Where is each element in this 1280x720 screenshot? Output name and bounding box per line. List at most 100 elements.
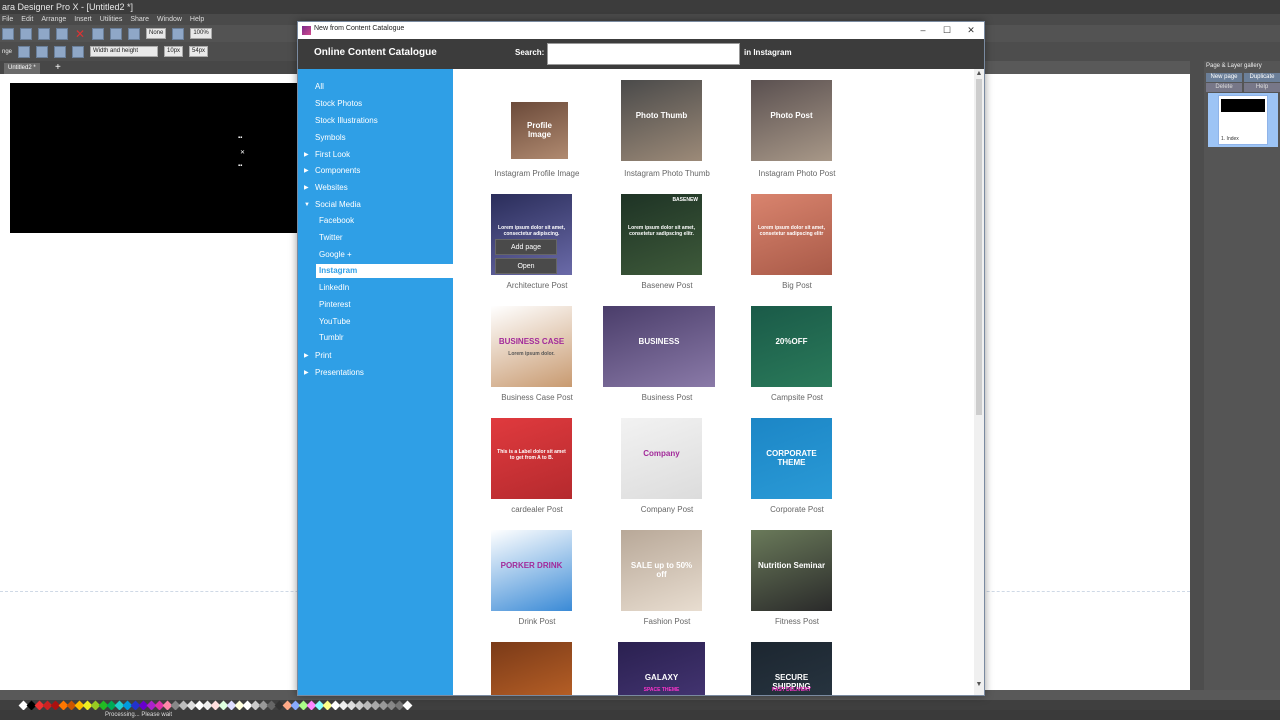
new-tab-icon[interactable]: + [55,62,61,74]
template-card[interactable]: Photo Post Instagram Photo Post [726,79,856,189]
template-thumbnail[interactable]: BUSINESS [603,306,715,387]
zoom-select[interactable]: 100% [190,28,212,39]
scroll-down-icon[interactable]: ▼ [974,681,984,688]
menu-item-arrange[interactable]: Arrange [41,14,66,25]
template-card[interactable]: Photo Thumb Instagram Photo Thumb [596,79,726,189]
template-thumbnail[interactable]: This is a Label dolor sit amet to get fr… [491,418,572,499]
template-thumbnail[interactable]: Profile Image [511,102,568,159]
template-thumbnail[interactable]: Nutrition Seminar [751,530,832,611]
scrollbar-thumb[interactable] [976,79,982,415]
sidebar-item-presentations[interactable]: ▶ Presentations [298,366,453,380]
template-thumbnail[interactable]: Lorem ipsum dolor sit amet, consetetur s… [621,194,702,275]
template-thumbnail[interactable]: PORKER DRINK [491,530,572,611]
sidebar-item-symbols[interactable]: Symbols [298,131,453,145]
template-thumbnail[interactable]: CORPORATE THEME [751,418,832,499]
template-label[interactable]: Business Post [602,393,732,402]
template-label[interactable]: Business Case Post [472,393,602,402]
template-label[interactable]: Fitness Post [732,617,862,626]
sidebar-item-instagram[interactable]: Instagram [316,264,453,278]
selection-handle[interactable]: ▪▪ [238,163,242,169]
template-card[interactable]: SALE up to 50% off Fashion Post [596,527,726,637]
template-thumbnail[interactable]: GALAXY SPACE THEME [618,642,705,695]
save-icon[interactable] [20,27,32,40]
template-label[interactable]: Instagram Photo Post [732,169,862,178]
menu-item-help[interactable]: Help [190,14,204,25]
search-input[interactable] [547,43,740,65]
template-label[interactable]: Basenew Post [602,281,732,290]
template-label[interactable]: Architecture Post [472,281,602,290]
selection-center-icon[interactable]: ✕ [240,149,245,156]
duplicate-button[interactable]: Duplicate [1244,73,1280,82]
template-thumbnail[interactable]: Lorem ipsum dolor sit amet, consetetur s… [751,194,832,275]
template-card[interactable]: BUSINESS CASE Lorem ipsum dolor. Business … [466,303,596,413]
transform-icon[interactable] [128,27,140,40]
new-page-button[interactable]: New page [1206,73,1242,82]
group-icon[interactable] [54,45,67,58]
template-label[interactable]: Drink Post [472,617,602,626]
template-label[interactable]: Campsite Post [732,393,862,402]
sidebar-item-tumblr[interactable]: Tumblr [298,331,453,345]
curve-icon[interactable] [72,45,85,58]
template-card[interactable]: BUSINESS Business Post [596,303,726,413]
document-tab[interactable]: Untitled2 * [4,63,40,74]
height-field[interactable]: 54px [189,46,209,57]
sidebar-item-social-media[interactable]: ▼ Social Media [298,198,453,212]
add-page-button[interactable]: Add page [495,239,557,255]
sidebar-item-components[interactable]: ▶ Components [298,164,453,178]
template-card[interactable]: GALAXY SPACE THEME [596,639,726,695]
color-palette[interactable] [0,700,1280,710]
sidebar-item-stock-illustrations[interactable]: Stock Illustrations [298,114,453,128]
close-icon[interactable]: ✕ [964,24,978,36]
page-thumbnail[interactable]: 1. Index [1218,95,1268,145]
zoom-icon[interactable] [172,27,185,40]
template-card[interactable]: Profile Image Instagram Profile Image [466,79,596,189]
sidebar-item-first-look[interactable]: ▶ First Look [298,148,453,162]
template-thumbnail[interactable]: 20%OFF [751,306,832,387]
distribute-icon[interactable] [36,45,49,58]
delete-icon[interactable]: ✕ [74,28,86,40]
expand-right-icon[interactable]: ▶ [304,349,309,363]
template-card[interactable]: Lorem ipsum dolor sit amet, consetetur s… [596,191,726,301]
template-thumbnail[interactable]: Photo Thumb [621,80,702,161]
sidebar-item-print[interactable]: ▶ Print [298,349,453,363]
template-card[interactable]: 20%OFF Campsite Post [726,303,856,413]
expand-right-icon[interactable]: ▶ [304,148,309,162]
menu-item-file[interactable]: File [2,14,13,25]
template-thumbnail[interactable]: Company [621,418,702,499]
template-card[interactable]: Company Company Post [596,415,726,525]
template-card[interactable] [466,639,596,695]
sidebar-item-twitter[interactable]: Twitter [298,231,453,245]
sidebar-item-linkedin[interactable]: LinkedIn [298,281,453,295]
template-label[interactable]: Company Post [602,505,732,514]
undo-icon[interactable] [92,27,104,40]
menu-item-insert[interactable]: Insert [74,14,92,25]
delete-button[interactable]: Delete [1206,83,1242,92]
sidebar-item-all[interactable]: All [298,80,453,94]
template-label[interactable]: Instagram Profile Image [472,169,602,178]
sidebar-item-facebook[interactable]: Facebook [298,214,453,228]
template-thumbnail[interactable] [491,642,572,695]
copy-icon[interactable] [38,27,50,40]
menu-item-utilities[interactable]: Utilities [100,14,123,25]
template-thumbnail[interactable]: BUSINESS CASE Lorem ipsum dolor. [491,306,572,387]
sidebar-item-youtube[interactable]: YouTube [298,315,453,329]
canvas-scrollbar[interactable] [1190,61,1204,690]
open-icon[interactable] [2,27,14,40]
template-thumbnail[interactable]: Photo Post [751,80,832,161]
minimize-icon[interactable]: – [916,24,930,36]
sidebar-item-google[interactable]: Google + [298,248,453,262]
color-swatch[interactable] [402,700,413,710]
sidebar-item-websites[interactable]: ▶ Websites [298,181,453,195]
menu-item-window[interactable]: Window [157,14,182,25]
template-label[interactable]: Corporate Post [732,505,862,514]
align-icon[interactable] [18,45,31,58]
paste-icon[interactable] [56,27,68,40]
template-thumbnail[interactable]: SECURE SHIPPING FAST DELIVERY [751,642,832,695]
maximize-icon[interactable]: ☐ [940,24,954,36]
size-mode-select[interactable]: Width and height [90,46,159,57]
expand-down-icon[interactable]: ▼ [304,198,310,212]
menu-item-share[interactable]: Share [130,14,149,25]
sidebar-item-pinterest[interactable]: Pinterest [298,298,453,312]
template-card[interactable]: PORKER DRINK Drink Post [466,527,596,637]
none-select[interactable]: None [146,28,167,39]
